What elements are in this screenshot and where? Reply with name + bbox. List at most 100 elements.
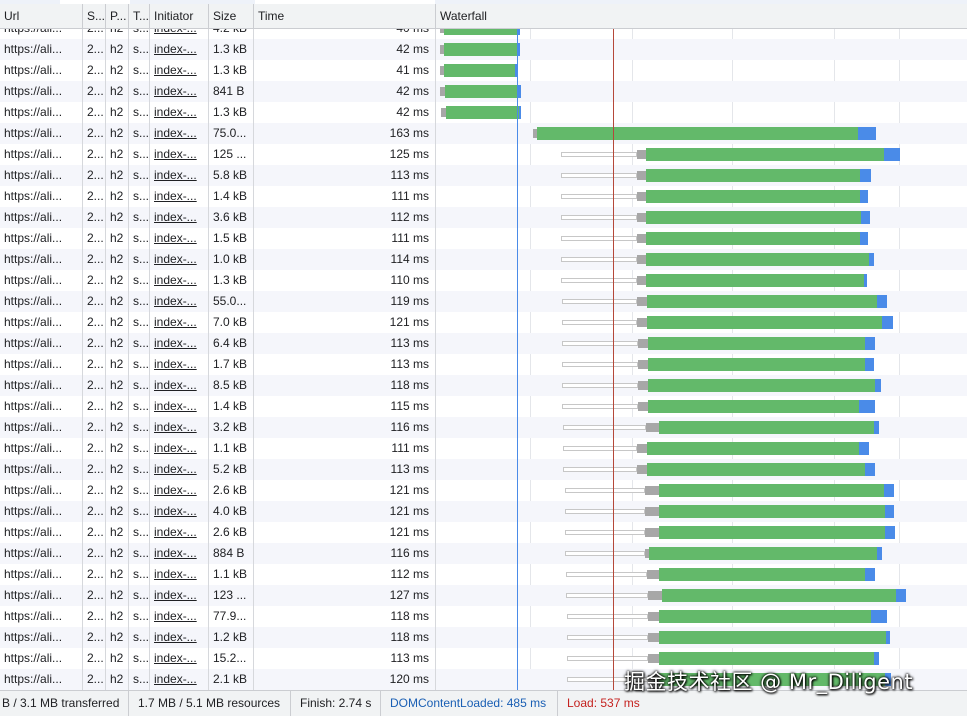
initiator-link[interactable]: index-... — [154, 336, 197, 350]
waterfall-cell[interactable] — [436, 543, 967, 564]
initiator-link[interactable]: index-... — [154, 588, 197, 602]
initiator-cell[interactable]: index-... — [150, 438, 209, 459]
initiator-link[interactable]: index-... — [154, 462, 197, 476]
initiator-link[interactable]: index-... — [154, 630, 197, 644]
initiator-link[interactable]: index-... — [154, 441, 197, 455]
initiator-link[interactable]: index-... — [154, 609, 197, 623]
initiator-cell[interactable]: index-... — [150, 270, 209, 291]
request-row[interactable]: https://ali... 2... h2 s... index-... 1.1 kB 1… — [0, 564, 967, 585]
initiator-link[interactable]: index-... — [154, 294, 197, 308]
initiator-link[interactable]: index-... — [154, 483, 197, 497]
request-row[interactable]: https://ali... 2... h2 s... index-... 75.0...… — [0, 123, 967, 144]
column-header-initiator[interactable]: Initiator — [150, 4, 209, 28]
request-row[interactable]: https://ali... 2... h2 s... index-... 1.0 kB 1… — [0, 249, 967, 270]
waterfall-cell[interactable] — [436, 480, 967, 501]
initiator-cell[interactable]: index-... — [150, 375, 209, 396]
waterfall-cell[interactable] — [436, 522, 967, 543]
waterfall-cell[interactable] — [436, 60, 967, 81]
request-row[interactable]: https://ali...2...h2s... index-... 4.2 kB4… — [0, 29, 967, 39]
initiator-link[interactable]: index-... — [154, 357, 197, 371]
initiator-cell[interactable]: index-... — [150, 606, 209, 627]
request-row[interactable]: https://ali... 2... h2 s... index-... 1.1 kB 1… — [0, 438, 967, 459]
initiator-cell[interactable]: index-... — [150, 186, 209, 207]
waterfall-cell[interactable] — [436, 375, 967, 396]
column-header-url[interactable]: Url — [0, 4, 83, 28]
initiator-cell[interactable]: index-... — [150, 102, 209, 123]
initiator-link[interactable]: index-... — [154, 42, 197, 56]
initiator-cell[interactable]: index-... — [150, 312, 209, 333]
initiator-cell[interactable]: index-... — [150, 396, 209, 417]
request-row[interactable]: https://ali... 2... h2 s... index-... 1.5 kB 1… — [0, 228, 967, 249]
initiator-cell[interactable]: index-... — [150, 291, 209, 312]
initiator-link[interactable]: index-... — [154, 504, 197, 518]
request-row[interactable]: https://ali... 2... h2 s... index-... 6.4 kB 1… — [0, 333, 967, 354]
waterfall-cell[interactable] — [436, 165, 967, 186]
waterfall-cell[interactable] — [436, 354, 967, 375]
initiator-link[interactable]: index-... — [154, 210, 197, 224]
waterfall-cell[interactable] — [436, 144, 967, 165]
initiator-cell[interactable]: index-... — [150, 648, 209, 669]
initiator-cell[interactable]: index-... — [150, 144, 209, 165]
waterfall-cell[interactable] — [436, 501, 967, 522]
waterfall-cell[interactable] — [436, 291, 967, 312]
request-row[interactable]: https://ali... 2... h2 s... index-... 1.3 kB 4… — [0, 60, 967, 81]
initiator-cell[interactable]: index-... — [150, 501, 209, 522]
initiator-cell[interactable]: index-... — [150, 480, 209, 501]
initiator-cell[interactable]: index-... — [150, 627, 209, 648]
request-row[interactable]: https://ali... 2... h2 s... index-... 8.5 kB 1… — [0, 375, 967, 396]
initiator-link[interactable]: index-... — [154, 378, 197, 392]
initiator-link[interactable]: index-... — [154, 126, 197, 140]
waterfall-cell[interactable] — [436, 417, 967, 438]
waterfall-cell[interactable] — [436, 123, 967, 144]
request-row[interactable]: https://ali... 2... h2 s... index-... 884 B 11… — [0, 543, 967, 564]
column-header-protocol[interactable]: P... — [106, 4, 129, 28]
initiator-link[interactable]: index-... — [154, 315, 197, 329]
request-row[interactable]: https://ali... 2... h2 s... index-... 1.4 kB 1… — [0, 396, 967, 417]
initiator-cell[interactable]: index-... — [150, 543, 209, 564]
initiator-cell[interactable]: index-... — [150, 123, 209, 144]
request-row[interactable]: https://ali... 2... h2 s... index-... 125 ...… — [0, 144, 967, 165]
initiator-cell[interactable]: index-... — [150, 417, 209, 438]
waterfall-cell[interactable] — [436, 228, 967, 249]
initiator-link[interactable]: index-... — [154, 105, 197, 119]
initiator-cell[interactable]: index-... — [150, 39, 209, 60]
initiator-link[interactable]: index-... — [154, 273, 197, 287]
initiator-link[interactable]: index-... — [154, 84, 197, 98]
request-row[interactable]: https://ali... 2... h2 s... index-... 7.0 kB 1… — [0, 312, 967, 333]
initiator-cell[interactable]: index-... — [150, 249, 209, 270]
request-row[interactable]: https://ali... 2... h2 s... index-... 3.6 kB 1… — [0, 207, 967, 228]
waterfall-cell[interactable] — [436, 564, 967, 585]
request-row[interactable]: https://ali... 2... h2 s... index-... 2.6 kB 1… — [0, 480, 967, 501]
initiator-link[interactable]: index-... — [154, 420, 197, 434]
request-row[interactable]: https://ali... 2... h2 s... index-... 4.0 kB 1… — [0, 501, 967, 522]
initiator-cell[interactable]: index-... — [150, 228, 209, 249]
initiator-cell[interactable]: index-... — [150, 29, 209, 39]
initiator-cell[interactable]: index-... — [150, 669, 209, 690]
waterfall-cell[interactable] — [436, 627, 967, 648]
request-row[interactable]: https://ali... 2... h2 s... index-... 55.0...… — [0, 291, 967, 312]
initiator-cell[interactable]: index-... — [150, 585, 209, 606]
initiator-cell[interactable]: index-... — [150, 207, 209, 228]
initiator-link[interactable]: index-... — [154, 189, 197, 203]
initiator-cell[interactable]: index-... — [150, 60, 209, 81]
column-header-size[interactable]: Size — [209, 4, 254, 28]
waterfall-cell[interactable] — [436, 270, 967, 291]
waterfall-cell[interactable] — [436, 39, 967, 60]
initiator-link[interactable]: index-... — [154, 168, 197, 182]
initiator-link[interactable]: index-... — [154, 29, 197, 35]
column-header-time[interactable]: Time — [254, 4, 436, 28]
initiator-link[interactable]: index-... — [154, 525, 197, 539]
request-row[interactable]: https://ali... 2... h2 s... index-... 1.4 kB 1… — [0, 186, 967, 207]
waterfall-cell[interactable] — [436, 333, 967, 354]
waterfall-cell[interactable] — [436, 606, 967, 627]
waterfall-cell[interactable] — [436, 81, 967, 102]
initiator-cell[interactable]: index-... — [150, 165, 209, 186]
request-row[interactable]: https://ali... 2... h2 s... index-... 1.7 kB 1… — [0, 354, 967, 375]
column-header-waterfall[interactable]: Waterfall — [436, 4, 967, 28]
waterfall-cell[interactable] — [436, 102, 967, 123]
request-row[interactable]: https://ali... 2... h2 s... index-... 77.9...… — [0, 606, 967, 627]
waterfall-cell[interactable] — [436, 29, 967, 39]
request-row[interactable]: https://ali... 2... h2 s... index-... 5.8 kB 1… — [0, 165, 967, 186]
column-header-status[interactable]: S... — [83, 4, 106, 28]
initiator-cell[interactable]: index-... — [150, 333, 209, 354]
